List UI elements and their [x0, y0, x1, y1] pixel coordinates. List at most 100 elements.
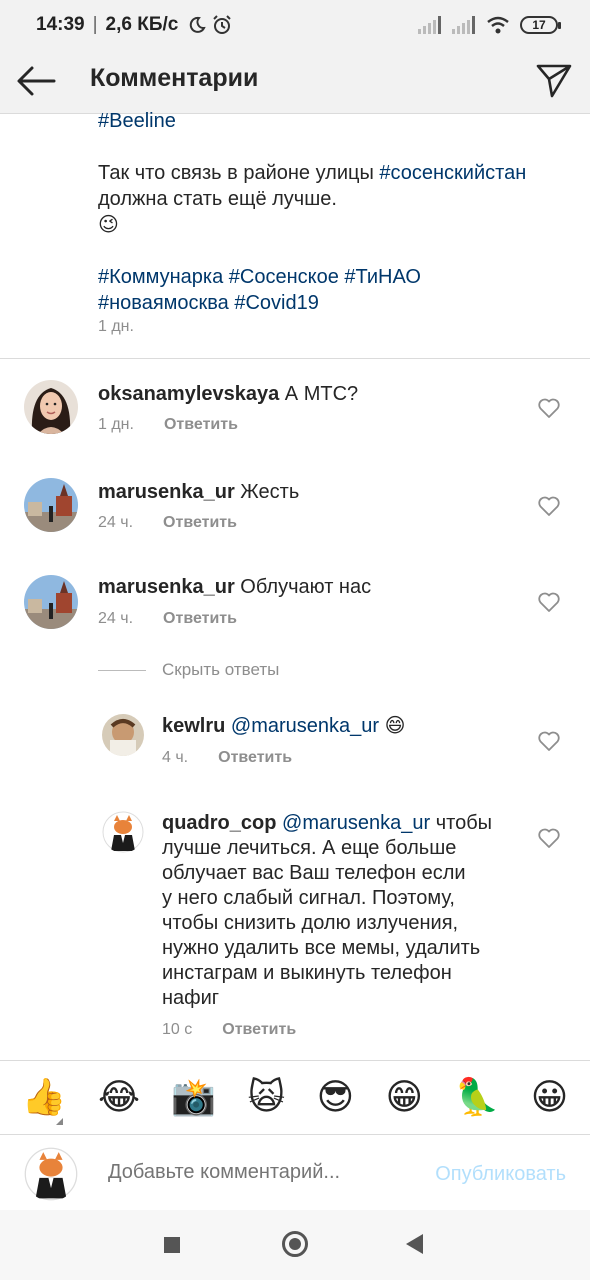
home-icon[interactable] — [282, 1231, 308, 1257]
avatar[interactable] — [24, 575, 78, 629]
heart-icon[interactable] — [538, 592, 560, 612]
back-button[interactable] — [16, 64, 56, 98]
skin-tone-indicator-icon — [56, 1118, 63, 1125]
mention-link[interactable]: @marusenka_ur — [231, 715, 379, 737]
reply-username[interactable]: kewlru — [162, 715, 225, 737]
reply-message: чтобы — [430, 812, 493, 834]
heart-icon[interactable] — [538, 398, 560, 418]
status-separator: | — [92, 14, 98, 35]
avatar[interactable] — [102, 714, 144, 756]
heart-icon[interactable] — [538, 828, 560, 848]
caption-text: Так что связь в районе улицы — [98, 162, 380, 184]
system-nav-bar — [0, 1210, 590, 1280]
comment-username[interactable]: oksanamylevskaya — [98, 383, 279, 405]
comment-message: Облучают нас — [234, 576, 372, 598]
battery-indicator: 17 — [520, 16, 561, 34]
mention-link[interactable]: @marusenka_ur — [282, 812, 430, 834]
hide-replies-label: Скрыть ответы — [162, 660, 280, 679]
signal-icon — [418, 16, 441, 34]
hide-replies-button[interactable]: Скрыть ответы — [98, 660, 279, 680]
reply-message-line: нафиг — [162, 987, 220, 1009]
avatar[interactable] — [24, 380, 78, 434]
emoji-quick-bar: 👍 😂 📸 🙀 😎 😁 🦜 😀 — [0, 1060, 590, 1134]
reply-button[interactable]: Ответить — [164, 416, 238, 434]
reply-button[interactable]: Ответить — [163, 514, 237, 532]
avatar[interactable] — [102, 811, 144, 853]
comment-meta: 24 ч. Ответить — [98, 610, 237, 628]
post-caption: #Beeline Так что связь в районе улицы #с… — [98, 108, 558, 316]
comment-time: 24 ч. — [98, 514, 134, 531]
reply-message-line: нужно удалить все мемы, удалить — [162, 937, 481, 959]
reply-time: 10 с — [162, 1021, 193, 1038]
hide-replies-line — [98, 669, 146, 671]
reply-message-line: инстаграм и выкинуть телефон — [162, 962, 452, 984]
status-left: 14:39 | 2,6 КБ/с — [36, 14, 232, 36]
reply-button[interactable]: Ответить — [218, 749, 292, 767]
comment-meta: 1 дн. Ответить — [98, 416, 238, 434]
caption-text: должна стать ещё лучше. — [98, 188, 337, 210]
emoji-weary-cat[interactable]: 🙀 — [248, 1077, 286, 1118]
arrow-left-icon — [17, 66, 56, 96]
hashtag-line[interactable]: #новаямосква #Covid19 — [98, 292, 319, 314]
hashtag-link[interactable]: #Beeline — [98, 110, 176, 132]
reply-meta: 4 ч. Ответить — [162, 749, 292, 767]
hashtag-line[interactable]: #Коммунарка #Сосенское #ТиНАО — [98, 266, 421, 288]
reply-text: quadro_cop @marusenka_ur чтобы лучше леч… — [162, 811, 532, 1011]
heart-icon[interactable] — [538, 731, 560, 751]
comment-message: Жесть — [234, 481, 300, 503]
reply-message: 😄 — [379, 715, 406, 737]
comment-message: А МТС? — [279, 383, 359, 405]
reply-username[interactable]: quadro_cop — [162, 812, 276, 834]
signal-2-icon — [452, 16, 475, 34]
emoji-tears-of-joy[interactable]: 😂 — [98, 1077, 140, 1118]
comment-text: marusenka_ur Облучают нас — [98, 575, 518, 600]
comment-username[interactable]: marusenka_ur — [98, 576, 235, 598]
moon-icon — [190, 16, 207, 33]
emoji-sunglasses[interactable]: 😎 — [317, 1077, 355, 1118]
wifi-icon — [487, 16, 509, 34]
reply-message-line: чтобы снизить долю излучения, — [162, 912, 459, 934]
alarm-icon — [213, 15, 232, 34]
publish-button[interactable]: Опубликовать — [435, 1163, 566, 1186]
page-title: Комментарии — [90, 64, 259, 92]
comment-meta: 24 ч. Ответить — [98, 514, 237, 532]
paper-plane-icon — [536, 64, 572, 98]
reply-message-line: у него слабый сигнал. Поэтому, — [162, 887, 455, 909]
divider — [0, 358, 590, 359]
recent-apps-icon[interactable] — [164, 1237, 180, 1253]
comment-time: 1 дн. — [98, 416, 134, 433]
city-photo-icon — [24, 575, 78, 629]
status-bar: 14:39 | 2,6 КБ/с 17 — [0, 0, 590, 52]
comment-input[interactable] — [108, 1161, 398, 1184]
cat-cop-icon — [24, 1147, 78, 1201]
back-triangle-icon[interactable] — [406, 1234, 423, 1254]
app-header: Комментарии — [0, 52, 590, 114]
reply-message-line: облучает вас Ваш телефон если — [162, 862, 466, 884]
reply-message-line: лучше лечиться. А еще больше — [162, 837, 457, 859]
comment-text: oksanamylevskaya А МТС? — [98, 382, 518, 407]
emoji-parrot[interactable]: 🦜 — [454, 1077, 499, 1118]
status-icons — [188, 15, 232, 35]
current-user-avatar — [24, 1147, 78, 1201]
reply-meta: 10 с Ответить — [162, 1021, 296, 1039]
reply-button[interactable]: Ответить — [222, 1021, 296, 1039]
share-button[interactable] — [534, 60, 574, 100]
status-speed: 2,6 КБ/с — [105, 14, 179, 35]
comment-username[interactable]: marusenka_ur — [98, 481, 235, 503]
avatar[interactable] — [24, 478, 78, 532]
hashtag-link[interactable]: #сосенскийстан — [379, 162, 526, 184]
cat-cop-icon — [102, 811, 144, 853]
man-portrait-icon — [102, 714, 144, 756]
emoji-grinning[interactable]: 😀 — [531, 1077, 569, 1118]
comment-time: 24 ч. — [98, 610, 134, 627]
status-time: 14:39 — [36, 14, 85, 35]
emoji-grin[interactable]: 😁 — [386, 1077, 424, 1118]
emoji-thumbs-up[interactable]: 👍 — [22, 1077, 67, 1118]
reply-button[interactable]: Ответить — [163, 610, 237, 628]
reply-time: 4 ч. — [162, 749, 189, 766]
caption-timestamp: 1 дн. — [98, 318, 134, 335]
status-right: 17 — [418, 16, 561, 34]
emoji-camera-flash[interactable]: 📸 — [171, 1077, 216, 1118]
reply-text: kewlru @marusenka_ur 😄 — [162, 714, 522, 739]
heart-icon[interactable] — [538, 496, 560, 516]
